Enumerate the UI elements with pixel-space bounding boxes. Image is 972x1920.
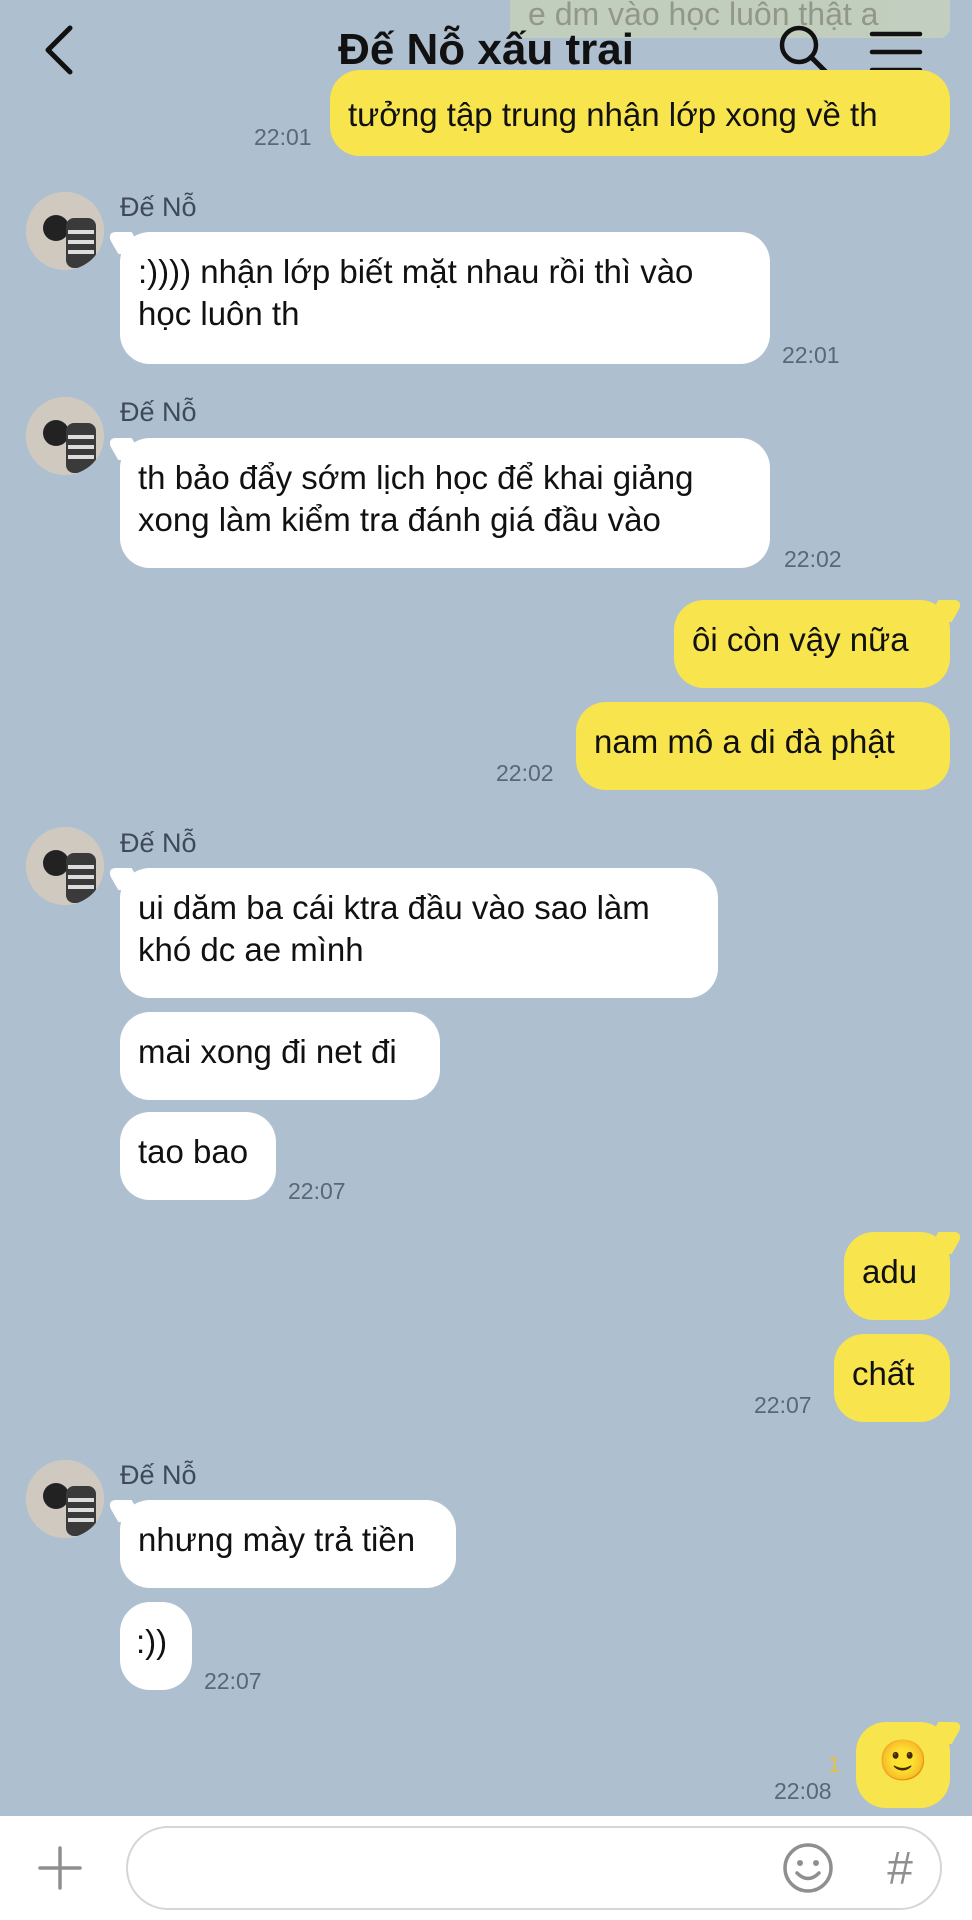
outgoing-message[interactable]: chất — [834, 1334, 950, 1422]
hashtag-button[interactable]: # — [872, 1840, 928, 1896]
message-text-line: ui dăm ba cái ktra đầu vào sao làm — [138, 889, 650, 926]
message-time: 22:08 — [774, 1778, 832, 1804]
incoming-message[interactable]: :)) — [120, 1602, 192, 1690]
sender-name: Đế Nỗ — [120, 828, 197, 858]
chevron-left-icon — [45, 25, 73, 75]
contact-avatar-image — [26, 192, 104, 270]
message-text: :)) — [136, 1623, 168, 1660]
message-text-line: học luôn th — [138, 295, 300, 332]
message-text: ôi còn vậy nữa — [692, 621, 909, 658]
smiley-emoji-icon: 🙂 — [878, 1739, 928, 1783]
contact-avatar-image — [26, 827, 104, 905]
smiley-icon — [783, 1843, 833, 1893]
outgoing-emoji-message[interactable]: 🙂 — [856, 1722, 950, 1808]
incoming-message[interactable]: th bảo đẩy sớm lịch học để khai giảng xo… — [120, 438, 770, 568]
message-time: 22:07 — [288, 1178, 346, 1204]
message-time: 22:02 — [784, 546, 842, 572]
hash-icon: # — [887, 1842, 913, 1894]
avatar[interactable] — [26, 192, 104, 270]
message-time: 22:07 — [754, 1392, 812, 1418]
message-time: 22:07 — [204, 1668, 262, 1694]
message-text: adu — [862, 1253, 918, 1290]
message-text: mai xong đi net đi — [138, 1033, 397, 1070]
avatar[interactable] — [26, 397, 104, 475]
outgoing-message[interactable]: adu — [844, 1232, 950, 1320]
emoji-button[interactable] — [780, 1840, 836, 1896]
outgoing-message[interactable]: tưởng tập trung nhận lớp xong về th — [330, 70, 950, 156]
message-text: nhưng mày trả tiền — [138, 1521, 416, 1558]
message-text-line: th bảo đẩy sớm lịch học để khai giảng — [138, 459, 694, 496]
plus-icon — [38, 1846, 82, 1890]
message-time: 22:01 — [254, 124, 312, 150]
avatar[interactable] — [26, 827, 104, 905]
message-text: chất — [852, 1355, 915, 1392]
contact-avatar-image — [26, 1460, 104, 1538]
outgoing-message[interactable]: nam mô a di đà phật — [576, 702, 950, 790]
avatar[interactable] — [26, 1460, 104, 1538]
unread-count: 1 — [828, 1752, 841, 1777]
message-time: 22:02 — [496, 760, 554, 786]
back-button[interactable] — [30, 18, 94, 82]
attach-button[interactable] — [34, 1842, 86, 1894]
sender-name: Đế Nỗ — [120, 1460, 197, 1490]
message-text: tao bao — [138, 1133, 249, 1170]
message-text: nam mô a di đà phật — [594, 723, 895, 760]
message-text-line: khó dc ae mình — [138, 931, 364, 968]
message-text: tưởng tập trung nhận lớp xong về th — [348, 96, 878, 133]
message-time: 22:01 — [782, 342, 840, 368]
incoming-message[interactable]: ui dăm ba cái ktra đầu vào sao làm khó d… — [120, 868, 718, 998]
contact-avatar-image — [26, 397, 104, 475]
outgoing-message[interactable]: ôi còn vậy nữa — [674, 600, 950, 688]
incoming-message[interactable]: mai xong đi net đi — [120, 1012, 440, 1100]
sender-name: Đế Nỗ — [120, 192, 197, 222]
message-text-line: xong làm kiểm tra đánh giá đầu vào — [138, 501, 661, 538]
incoming-message[interactable]: nhưng mày trả tiền — [120, 1500, 456, 1588]
incoming-message[interactable]: :)))) nhận lớp biết mặt nhau rồi thì vào… — [120, 232, 770, 364]
sender-name: Đế Nỗ — [120, 397, 197, 427]
message-text-line: :)))) nhận lớp biết mặt nhau rồi thì vào — [138, 253, 694, 290]
incoming-message[interactable]: tao bao — [120, 1112, 276, 1200]
